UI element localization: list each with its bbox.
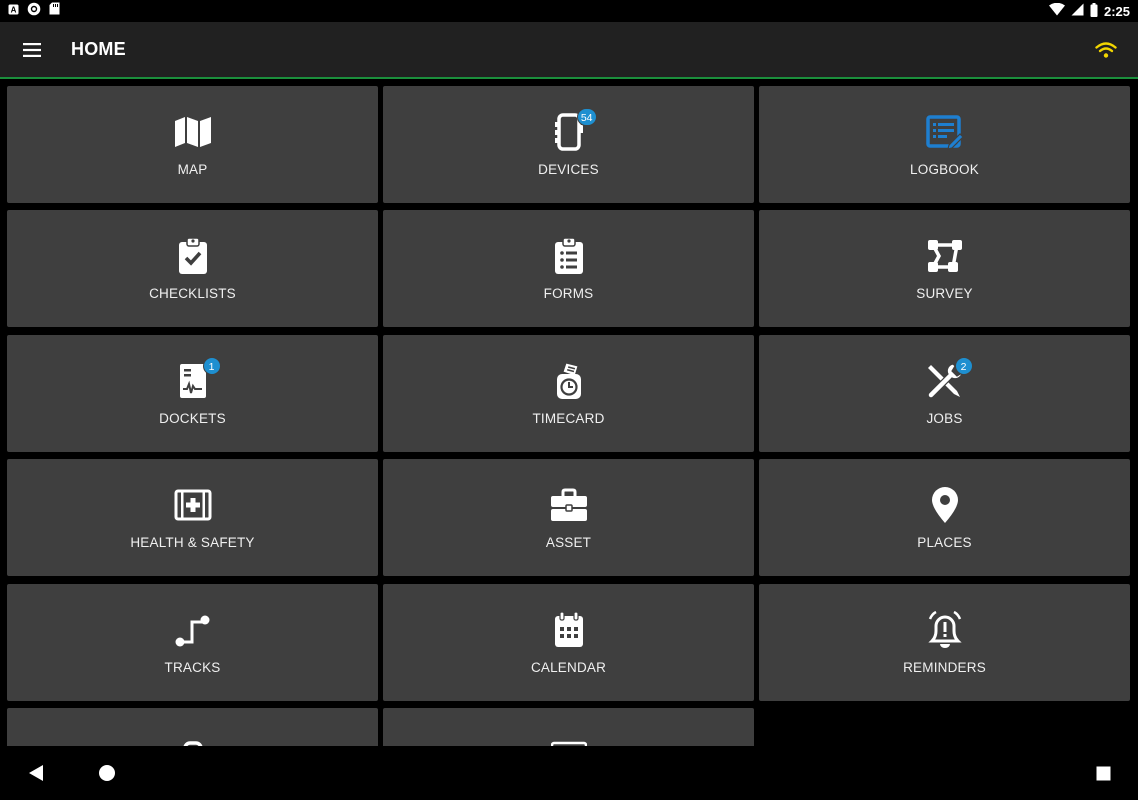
tile-label: SURVEY [916,286,973,301]
status-bar: A 2:25 [0,0,1138,22]
tile-label: DOCKETS [159,411,226,426]
tile-asset[interactable]: ASSET [383,459,754,576]
tile-partial-1[interactable] [7,708,378,746]
partial-icon-1 [173,734,213,746]
docket-icon: 1 [173,357,221,401]
tile-label: PLACES [917,535,972,550]
tile-reminders[interactable]: REMINDERS [759,584,1130,701]
tile-label: HEALTH & SAFETY [130,535,255,550]
app-bar: HOME [0,22,1138,79]
tile-label: FORMS [543,286,594,301]
tile-label: REMINDERS [903,660,986,675]
devices-count-badge: 54 [576,108,597,126]
tile-checklists[interactable]: CHECKLISTS [7,210,378,327]
track-icon [173,610,213,650]
battery-icon [1090,2,1098,20]
first-aid-icon [173,485,213,525]
map-pin-icon [925,485,965,525]
home-circle-icon[interactable] [92,758,122,788]
tile-label: CHECKLISTS [149,286,236,301]
tile-map[interactable]: MAP [7,86,378,203]
clipboard-check-icon [173,236,213,276]
bell-alert-icon [925,610,965,650]
hamburger-menu-icon[interactable] [0,21,64,78]
toolbox-icon [549,485,589,525]
tile-forms[interactable]: FORMS [383,210,754,327]
tile-dockets[interactable]: 1 DOCKETS [7,335,378,452]
logbook-icon [925,112,965,152]
module-grid: MAP 54 DEVICES LOGBOOK CHECKLISTS FORMS … [0,81,1138,746]
tile-label: MAP [177,162,208,177]
tile-devices[interactable]: 54 DEVICES [383,86,754,203]
tile-survey[interactable]: SURVEY [759,210,1130,327]
timecard-icon [549,361,589,401]
tile-health-safety[interactable]: HEALTH & SAFETY [7,459,378,576]
page-title: HOME [71,39,126,59]
vector-square-icon [925,236,965,276]
status-right: 2:25 [1048,2,1130,20]
tools-icon: 2 [925,357,973,401]
tile-logbook[interactable]: LOGBOOK [759,86,1130,203]
map-icon [173,112,213,152]
tile-label: LOGBOOK [910,162,979,177]
tile-label: TRACKS [164,660,221,675]
status-left: A [8,2,60,21]
tile-tracks[interactable]: TRACKS [7,584,378,701]
status-time: 2:25 [1103,3,1130,19]
tile-calendar[interactable]: CALENDAR [383,584,754,701]
sd-card-icon [49,2,60,20]
device-icon: 54 [549,108,597,152]
back-triangle-icon[interactable] [21,758,51,788]
a-notification-icon: A [8,2,19,20]
tile-places[interactable]: PLACES [759,459,1130,576]
wifi-signal-icon [1048,2,1065,19]
jobs-count-badge: 2 [954,357,973,375]
tile-timecard[interactable]: TIMECARD [383,335,754,452]
clipboard-list-icon [549,236,589,276]
calendar-icon [549,610,589,650]
svg-text:A: A [11,6,17,15]
tile-label: DEVICES [538,162,599,177]
recents-square-icon[interactable] [1088,758,1118,788]
tile-label: TIMECARD [532,411,605,426]
tile-label: JOBS [926,411,963,426]
system-nav-bar [0,746,1138,800]
partial-icon-2 [549,734,589,746]
tile-partial-2[interactable] [383,708,754,746]
tile-label: CALENDAR [530,660,607,675]
cell-signal-icon [1071,3,1084,19]
wifi-icon[interactable] [1092,36,1120,64]
tile-jobs[interactable]: 2 JOBS [759,335,1130,452]
tile-label: ASSET [545,535,592,550]
circle-notification-icon [27,2,41,21]
dockets-count-badge: 1 [202,357,221,375]
